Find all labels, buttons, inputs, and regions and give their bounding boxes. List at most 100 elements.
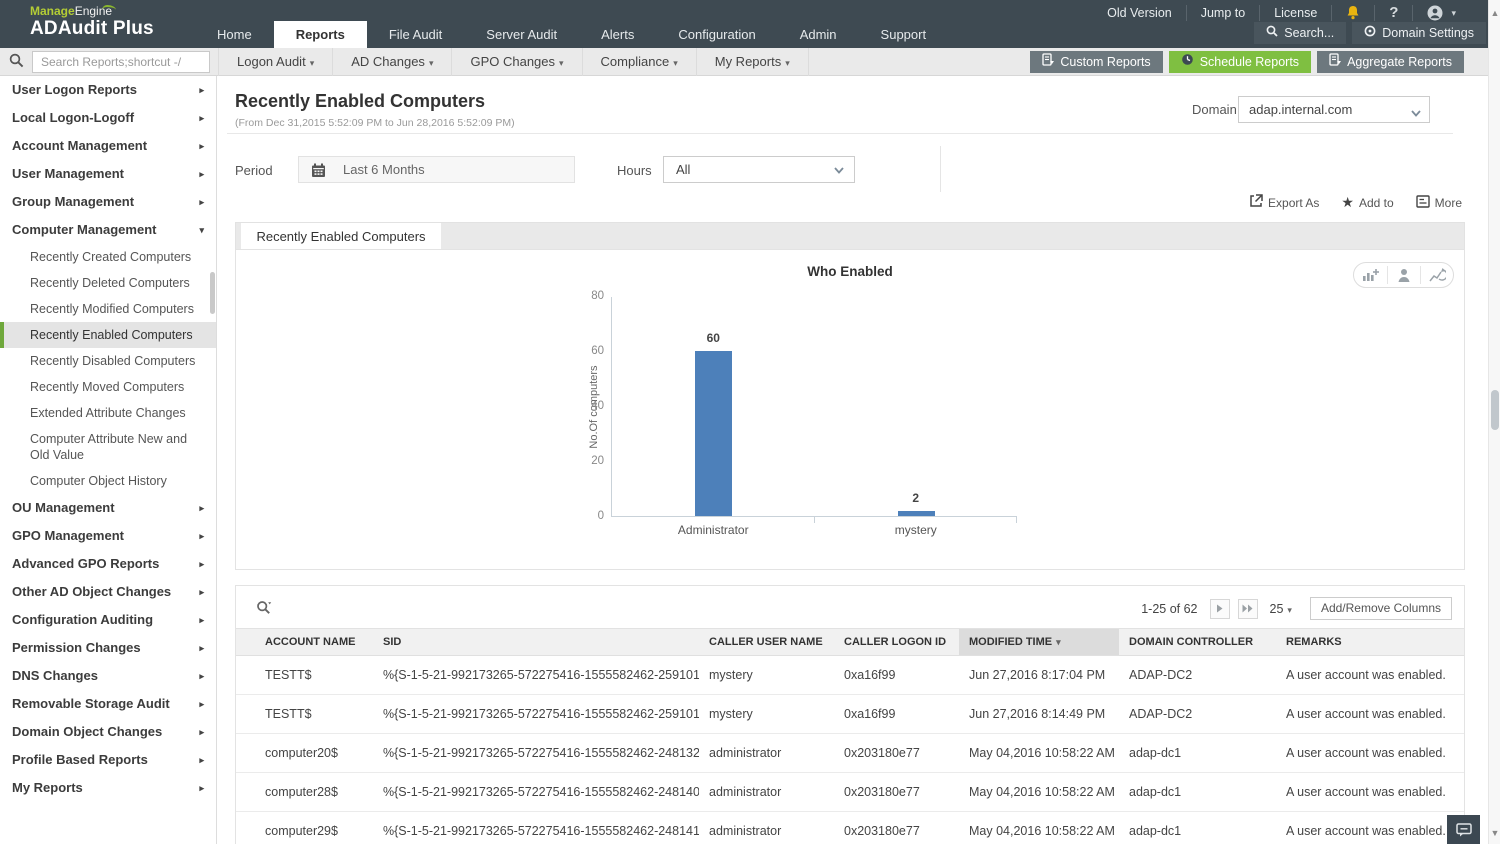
sidebar-item-my-reports[interactable]: My Reports▸ [0,774,216,802]
nav-tab-support[interactable]: Support [859,21,949,48]
column-header-caller-user-name[interactable]: CALLER USER NAME [699,629,834,655]
sidebar-item-profile-based-reports[interactable]: Profile Based Reports▸ [0,746,216,774]
sidebar-item-local-logon-logoff[interactable]: Local Logon-Logoff▸ [0,104,216,132]
sidebar-item-ou-management[interactable]: OU Management▸ [0,494,216,522]
nav-tab-server-audit[interactable]: Server Audit [464,21,579,48]
next-page-button[interactable] [1210,599,1230,619]
x-category-label: Administrator [612,523,815,537]
nav-tab-reports[interactable]: Reports [274,21,367,48]
search-icon [1266,22,1278,44]
sidebar-item-dns-changes[interactable]: DNS Changes▸ [0,662,216,690]
nav-tab-configuration[interactable]: Configuration [656,21,777,48]
column-header-modified-time[interactable]: MODIFIED TIME▾ [959,629,1119,655]
scroll-up-icon[interactable]: ▲ [1489,6,1500,20]
utility-link-jump-to[interactable]: Jump to [1186,5,1259,21]
sidebar-item-user-management[interactable]: User Management▸ [0,160,216,188]
chevron-right-icon: ▸ [199,746,204,774]
reports-toolbar: Logon Audit▾AD Changes▾GPO Changes▾Compl… [0,48,1500,76]
chevron-right-icon: ▸ [199,188,204,216]
user-menu[interactable]: ▾ [1412,5,1470,21]
cell-modified: Jun 27,2016 8:17:04 PM [959,656,1119,694]
sidebar-item-recently-modified-computers[interactable]: Recently Modified Computers [0,296,216,322]
main-nav: HomeReportsFile AuditServer AuditAlertsC… [195,21,948,48]
chart-type-icon[interactable] [1354,266,1387,284]
help-icon[interactable]: ? [1374,5,1412,21]
column-header-account-name[interactable]: ACCOUNT NAME [236,629,373,655]
export-as-label: Export As [1268,196,1319,210]
cell-account: computer29$ [236,812,373,844]
page-size-select[interactable]: 25▾ [1266,602,1296,616]
sidebar-item-computer-management[interactable]: Computer Management▾ [0,216,216,244]
sidebar-item-removable-storage-audit[interactable]: Removable Storage Audit▸ [0,690,216,718]
sidebar-item-advanced-gpo-reports[interactable]: Advanced GPO Reports▸ [0,550,216,578]
menu-gpo-changes[interactable]: GPO Changes▾ [452,48,582,76]
domain-select[interactable]: adap.internal.com [1238,96,1430,123]
sidebar-item-recently-moved-computers[interactable]: Recently Moved Computers [0,374,216,400]
chart-refresh-icon[interactable] [1420,266,1453,284]
schedule-reports-button[interactable]: Schedule Reports [1169,51,1311,73]
more-label: More [1435,196,1462,210]
column-header-remarks[interactable]: REMARKS [1276,629,1464,655]
sidebar-item-gpo-management[interactable]: GPO Management▸ [0,522,216,550]
sidebar-item-recently-enabled-computers[interactable]: Recently Enabled Computers [0,322,216,348]
chart-user-filter-icon[interactable] [1387,266,1420,284]
sidebar-item-domain-object-changes[interactable]: Domain Object Changes▸ [0,718,216,746]
sidebar-item-extended-attribute-changes[interactable]: Extended Attribute Changes [0,400,216,426]
sidebar-item-user-logon-reports[interactable]: User Logon Reports▸ [0,76,216,104]
column-header-sid[interactable]: SID [373,629,699,655]
page-scrollbar[interactable]: ▲ ▼ [1488,0,1500,844]
aggregate-reports-button[interactable]: Aggregate Reports [1317,51,1464,73]
scroll-down-icon[interactable]: ▼ [1489,826,1500,840]
utility-link-license[interactable]: License [1259,5,1331,21]
menu-logon-audit[interactable]: Logon Audit▾ [218,48,333,76]
scrollbar-handle[interactable] [1491,390,1499,430]
nav-tab-alerts[interactable]: Alerts [579,21,656,48]
sidebar-item-computer-object-history[interactable]: Computer Object History [0,468,216,494]
column-header-domain-controller[interactable]: DOMAIN CONTROLLER [1119,629,1276,655]
menu-my-reports[interactable]: My Reports▾ [697,48,809,76]
more-button[interactable]: More [1416,194,1462,211]
menu-compliance[interactable]: Compliance▾ [583,48,697,76]
sidebar-scrollbar[interactable] [210,272,215,314]
cell-remarks: A user account was enabled. [1276,695,1464,733]
hours-select[interactable]: All [663,156,855,183]
last-page-button[interactable] [1238,599,1258,619]
chevron-right-icon: ▸ [199,132,204,160]
sidebar-item-recently-created-computers[interactable]: Recently Created Computers [0,244,216,270]
table-row: computer28$%{S-1-5-21-992173265-57227541… [236,773,1464,812]
domain-settings-button[interactable]: Domain Settings [1352,22,1486,44]
sidebar-item-recently-disabled-computers[interactable]: Recently Disabled Computers [0,348,216,374]
sidebar-item-other-ad-object-changes[interactable]: Other AD Object Changes▸ [0,578,216,606]
notification-bell-icon[interactable] [1331,5,1374,21]
add-remove-columns-button[interactable]: Add/Remove Columns [1310,597,1452,620]
column-header-caller-logon-id[interactable]: CALLER LOGON ID [834,629,959,655]
cell-dc: adap-dc1 [1119,734,1276,772]
sidebar-item-computer-attribute-new-and-old-value[interactable]: Computer Attribute New and Old Value [0,426,216,468]
table-body: TESTT$%{S-1-5-21-992173265-572275416-155… [236,656,1464,844]
chevron-right-icon: ▸ [199,160,204,188]
sidebar-item-recently-deleted-computers[interactable]: Recently Deleted Computers [0,270,216,296]
menu-ad-changes[interactable]: AD Changes▾ [333,48,452,76]
nav-tab-admin[interactable]: Admin [778,21,859,48]
chat-feedback-button[interactable] [1447,815,1480,844]
chevron-down-icon [1409,103,1423,128]
sidebar-item-configuration-auditing[interactable]: Configuration Auditing▸ [0,606,216,634]
report-search-input[interactable] [32,51,210,73]
period-picker[interactable]: Last 6 Months [298,156,575,183]
sidebar-item-account-management[interactable]: Account Management▸ [0,132,216,160]
nav-tab-file-audit[interactable]: File Audit [367,21,464,48]
utility-link-old-version[interactable]: Old Version [1093,5,1186,21]
nav-tab-home[interactable]: Home [195,21,274,48]
y-tick-label: 20 [574,455,604,467]
report-search-icon [9,53,24,73]
tab-recently-enabled-computers[interactable]: Recently Enabled Computers [241,223,441,250]
export-as-button[interactable]: Export As [1249,194,1319,211]
add-to-button[interactable]: ★ Add to [1341,194,1393,211]
global-search-button[interactable]: Search... [1254,22,1346,44]
sidebar-item-group-management[interactable]: Group Management▸ [0,188,216,216]
custom-reports-button[interactable]: Custom Reports [1030,51,1162,73]
table-search-icon[interactable] [256,600,272,621]
chevron-down-icon: ▾ [310,58,315,68]
chevron-down-icon: ▾ [785,58,790,68]
sidebar-item-permission-changes[interactable]: Permission Changes▸ [0,634,216,662]
